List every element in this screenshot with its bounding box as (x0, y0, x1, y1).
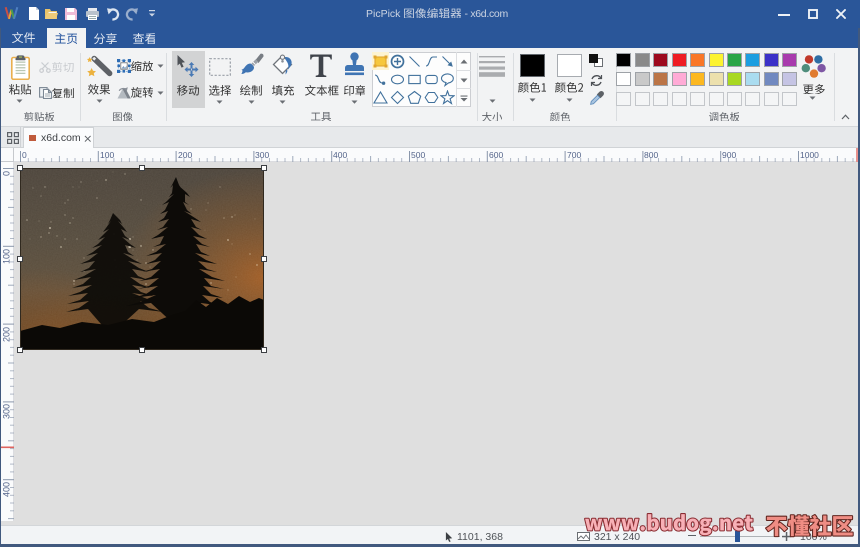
svg-text:200: 200 (2, 327, 12, 342)
svg-text:0: 0 (2, 171, 12, 176)
svg-text:400: 400 (2, 482, 12, 497)
svg-text:100: 100 (2, 249, 12, 264)
svg-text:300: 300 (2, 404, 12, 419)
